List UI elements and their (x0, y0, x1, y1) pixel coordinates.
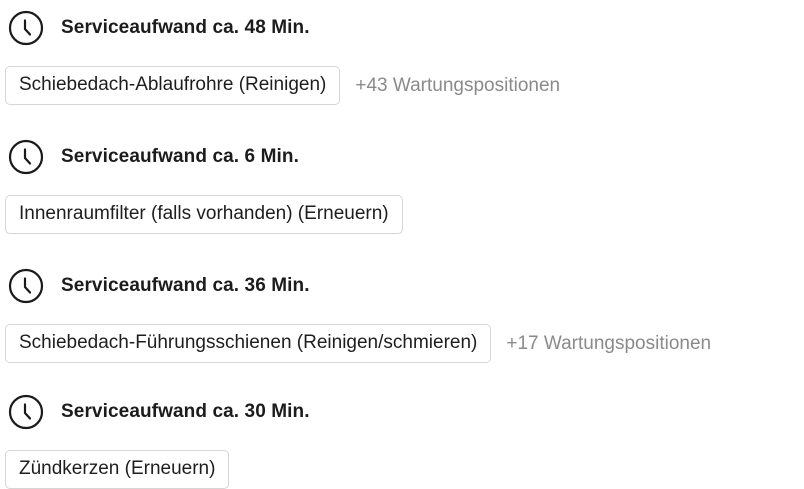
service-heading: Serviceaufwand ca. 36 Min. (0, 268, 804, 304)
clock-icon (8, 139, 44, 175)
service-group: Serviceaufwand ca. 6 Min. Innenraumfilte… (0, 139, 804, 234)
service-group: Serviceaufwand ca. 36 Min. Schiebedach-F… (0, 268, 804, 363)
maintenance-items: Zündkerzen (Erneuern) (5, 450, 804, 489)
maintenance-item-chip[interactable]: Innenraumfilter (falls vorhanden) (Erneu… (5, 195, 403, 234)
maintenance-item-chip[interactable]: Schiebedach-Führungsschienen (Reinigen/s… (5, 324, 492, 363)
clock-icon (8, 10, 44, 46)
maintenance-items: Schiebedach-Ablaufrohre (Reinigen) +43 W… (5, 66, 804, 105)
service-duration-label: Serviceaufwand ca. 6 Min. (61, 146, 299, 167)
service-group: Serviceaufwand ca. 48 Min. Schiebedach-A… (0, 10, 804, 105)
service-duration-label: Serviceaufwand ca. 48 Min. (61, 17, 310, 38)
service-duration-label: Serviceaufwand ca. 36 Min. (61, 275, 310, 296)
service-group: Serviceaufwand ca. 30 Min. Zündkerzen (E… (0, 394, 804, 489)
maintenance-items: Schiebedach-Führungsschienen (Reinigen/s… (5, 324, 804, 363)
clock-icon (8, 268, 44, 304)
maintenance-item-chip[interactable]: Zündkerzen (Erneuern) (5, 450, 230, 489)
maintenance-items: Innenraumfilter (falls vorhanden) (Erneu… (5, 195, 804, 234)
service-duration-label: Serviceaufwand ca. 30 Min. (61, 401, 310, 422)
service-list: Serviceaufwand ca. 48 Min. Schiebedach-A… (0, 0, 804, 489)
maintenance-item-chip[interactable]: Schiebedach-Ablaufrohre (Reinigen) (5, 66, 341, 105)
more-items-link[interactable]: +43 Wartungspositionen (355, 75, 560, 97)
service-heading: Serviceaufwand ca. 48 Min. (0, 10, 804, 46)
service-heading: Serviceaufwand ca. 6 Min. (0, 139, 804, 175)
clock-icon (8, 394, 44, 430)
more-items-link[interactable]: +17 Wartungspositionen (506, 333, 711, 355)
service-heading: Serviceaufwand ca. 30 Min. (0, 394, 804, 430)
